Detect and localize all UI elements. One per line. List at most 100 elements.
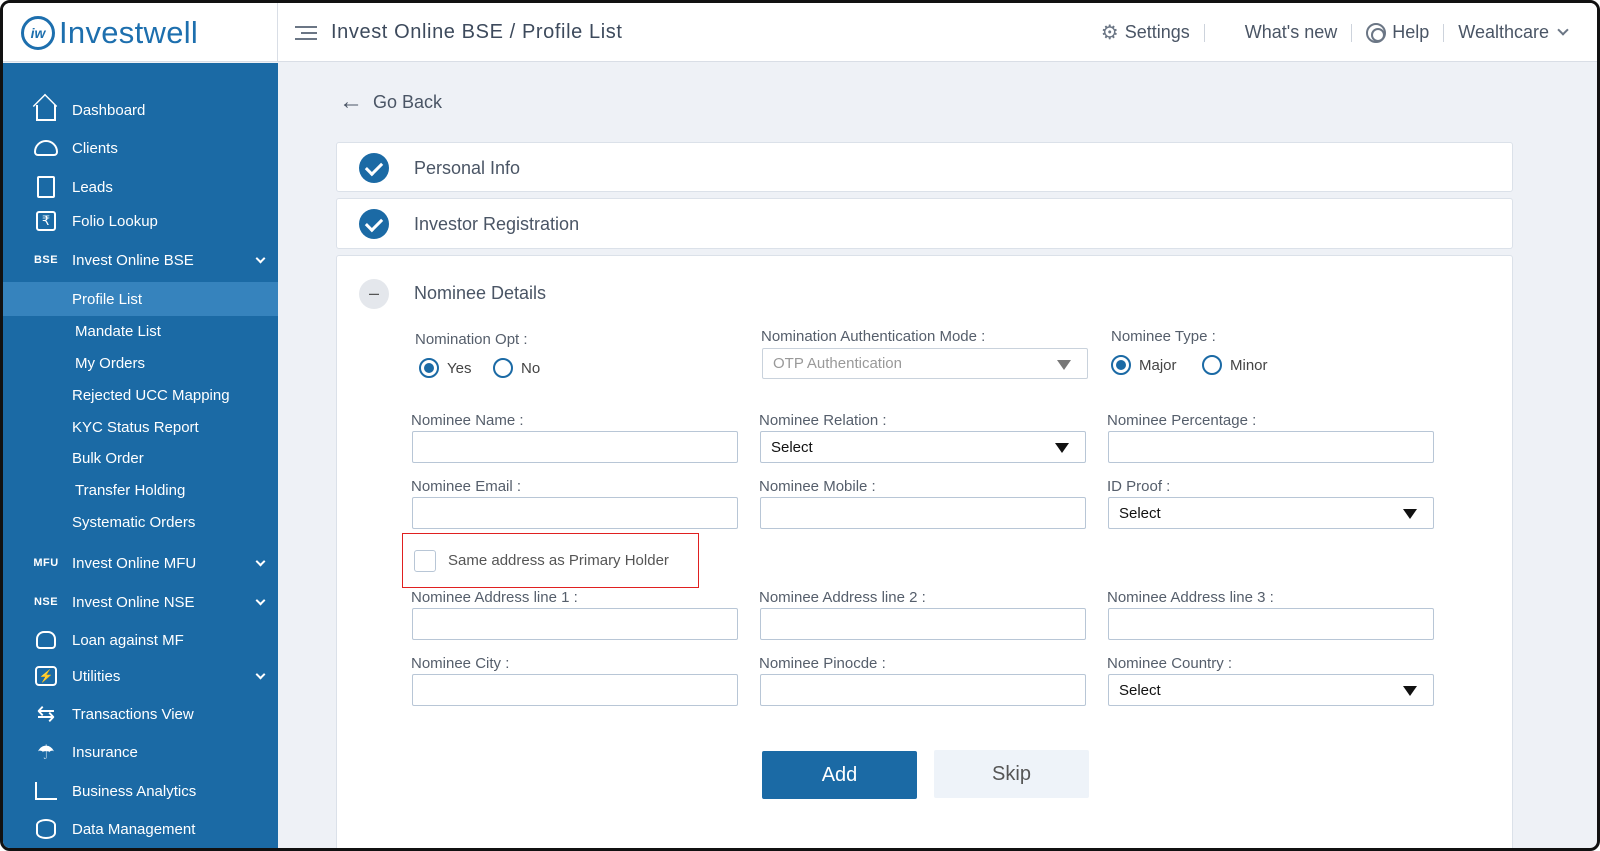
sidebar-item-mandate-list[interactable]: Mandate List [3, 314, 278, 348]
nominee-name-label: Nominee Name : [411, 412, 524, 429]
top-nav: ⚙ Settings What's new Help Wealthcare [1100, 3, 1569, 62]
analytics-icon [33, 778, 59, 804]
divider [1203, 23, 1205, 42]
gear-icon: ⚙ [1100, 22, 1119, 44]
sidebar-item-leads[interactable]: Leads [3, 170, 278, 204]
same-address-checkbox[interactable]: Same address as Primary Holder [402, 533, 699, 588]
dropdown-arrow-icon [1055, 443, 1069, 453]
sidebar-item-bulk-order[interactable]: Bulk Order [3, 441, 278, 475]
breadcrumb-text: Invest Online BSE / Profile List [331, 21, 623, 43]
folio-icon: ₹ [33, 208, 59, 234]
chevron-down-icon [255, 669, 266, 680]
app-window: iw Investwell Invest Online BSE / Profil… [0, 0, 1600, 851]
radio-icon [1202, 355, 1222, 375]
divider [1351, 23, 1353, 42]
nominee-percentage-input[interactable] [1108, 431, 1434, 463]
address-line-2-label: Nominee Address line 2 : [759, 589, 926, 606]
radio-selected-icon [1111, 355, 1131, 375]
nominee-mobile-label: Nominee Mobile : [759, 478, 876, 495]
whats-new-link[interactable]: What's new [1245, 22, 1337, 43]
nominee-type-minor-radio[interactable]: Minor [1202, 355, 1268, 375]
collapse-icon[interactable]: – [359, 279, 389, 309]
dropdown-arrow-icon [1403, 509, 1417, 519]
address-line-3-input[interactable] [1108, 608, 1434, 640]
address-line-3-label: Nominee Address line 3 : [1107, 589, 1274, 606]
nominee-type-label: Nominee Type : [1111, 328, 1216, 345]
sidebar-item-folio-lookup[interactable]: ₹ Folio Lookup [3, 204, 278, 238]
umbrella-icon: ☂ [37, 741, 55, 764]
nominee-percentage-label: Nominee Percentage : [1107, 412, 1257, 429]
skip-button[interactable]: Skip [934, 750, 1089, 798]
nominee-relation-label: Nominee Relation : [759, 412, 887, 429]
sidebar-item-dashboard[interactable]: Dashboard [3, 93, 278, 127]
sidebar-item-business-analytics[interactable]: Business Analytics [3, 774, 278, 808]
id-proof-select[interactable]: Select [1108, 497, 1434, 529]
accordion-investor-registration[interactable]: Investor Registration [336, 198, 1513, 249]
nominee-email-input[interactable] [412, 497, 738, 529]
logo-icon: iw [21, 15, 55, 50]
nominee-name-input[interactable] [412, 431, 738, 463]
chevron-down-icon [255, 253, 266, 264]
divider [1443, 23, 1445, 42]
nominee-pincode-label: Nominee Pinocde : [759, 655, 886, 672]
bolt-icon: ⚡ [33, 663, 59, 689]
nomination-yes-radio[interactable]: Yes [419, 358, 471, 378]
nominee-relation-select[interactable]: Select [760, 431, 1086, 463]
sidebar-item-insurance[interactable]: ☂ Insurance [3, 735, 278, 769]
sidebar-item-data-management[interactable]: Data Management [3, 812, 278, 846]
nominee-city-input[interactable] [412, 674, 738, 706]
account-menu[interactable]: Wealthcare [1458, 22, 1549, 43]
sidebar-item-loan-against-mf[interactable]: Loan against MF [3, 623, 278, 657]
auth-mode-select[interactable]: OTP Authentication [762, 348, 1088, 379]
sidebar-item-utilities[interactable]: ⚡ Utilities [3, 659, 278, 693]
nominee-city-label: Nominee City : [411, 655, 510, 672]
nominee-country-select[interactable]: Select [1108, 674, 1434, 706]
nominee-pincode-input[interactable] [760, 674, 1086, 706]
help-link[interactable]: Help [1392, 22, 1429, 43]
sidebar-item-transactions-view[interactable]: ⇆ Transactions View [3, 697, 278, 731]
money-bag-icon [33, 627, 59, 653]
transfer-arrows-icon: ⇆ [36, 701, 56, 726]
address-line-2-input[interactable] [760, 608, 1086, 640]
users-icon [33, 135, 59, 161]
sidebar-item-clients[interactable]: Clients [3, 131, 278, 165]
chevron-down-icon[interactable] [1557, 24, 1569, 36]
nominee-type-major-radio[interactable]: Major [1111, 355, 1177, 375]
check-circle-icon [359, 209, 389, 239]
go-back-button[interactable]: ← Go Back [339, 88, 442, 116]
address-line-1-label: Nominee Address line 1 : [411, 589, 578, 606]
sidebar-item-invest-online-nse[interactable]: NSE Invest Online NSE [3, 585, 278, 619]
sidebar-item-transfer-holding[interactable]: Transfer Holding [3, 473, 278, 507]
chevron-down-icon [255, 595, 266, 606]
id-proof-label: ID Proof : [1107, 478, 1171, 495]
menu-toggle-icon[interactable] [295, 22, 317, 44]
nominee-mobile-input[interactable] [760, 497, 1086, 529]
accordion-personal-info[interactable]: Personal Info [336, 142, 1513, 192]
brand-name: Investwell [59, 14, 199, 50]
accordion-nominee-details: – Nominee Details Nomination Opt : Yes N… [336, 255, 1513, 848]
settings-link[interactable]: Settings [1125, 22, 1190, 43]
sidebar-item-invest-online-mfu[interactable]: MFU Invest Online MFU [3, 546, 278, 580]
check-circle-icon [359, 153, 389, 183]
sidebar-item-kyc-status-report[interactable]: KYC Status Report [3, 410, 278, 444]
sidebar-item-my-orders[interactable]: My Orders [3, 346, 278, 380]
home-icon [33, 97, 59, 123]
checkbox-icon[interactable] [414, 549, 436, 572]
chevron-down-icon [255, 556, 266, 567]
section-title: Personal Info [414, 157, 521, 178]
logo[interactable]: iw Investwell [3, 3, 278, 62]
breadcrumb: Invest Online BSE / Profile List [295, 3, 623, 62]
address-line-1-input[interactable] [412, 608, 738, 640]
sidebar-item-systematic-orders[interactable]: Systematic Orders [3, 505, 278, 539]
nomination-no-radio[interactable]: No [493, 358, 540, 378]
nominee-email-label: Nominee Email : [411, 478, 522, 495]
bse-icon: BSE [33, 254, 59, 266]
radio-selected-icon [419, 358, 439, 378]
add-button[interactable]: Add [762, 751, 917, 799]
sidebar-item-profile-list[interactable]: Profile List [3, 282, 278, 316]
sidebar-item-invest-online-bse[interactable]: BSE Invest Online BSE [3, 243, 278, 277]
sidebar-item-rejected-ucc-mapping[interactable]: Rejected UCC Mapping [3, 378, 278, 412]
auth-mode-label: Nomination Authentication Mode : [761, 328, 986, 345]
top-bar: iw Investwell Invest Online BSE / Profil… [3, 3, 1597, 62]
radio-icon [493, 358, 513, 378]
